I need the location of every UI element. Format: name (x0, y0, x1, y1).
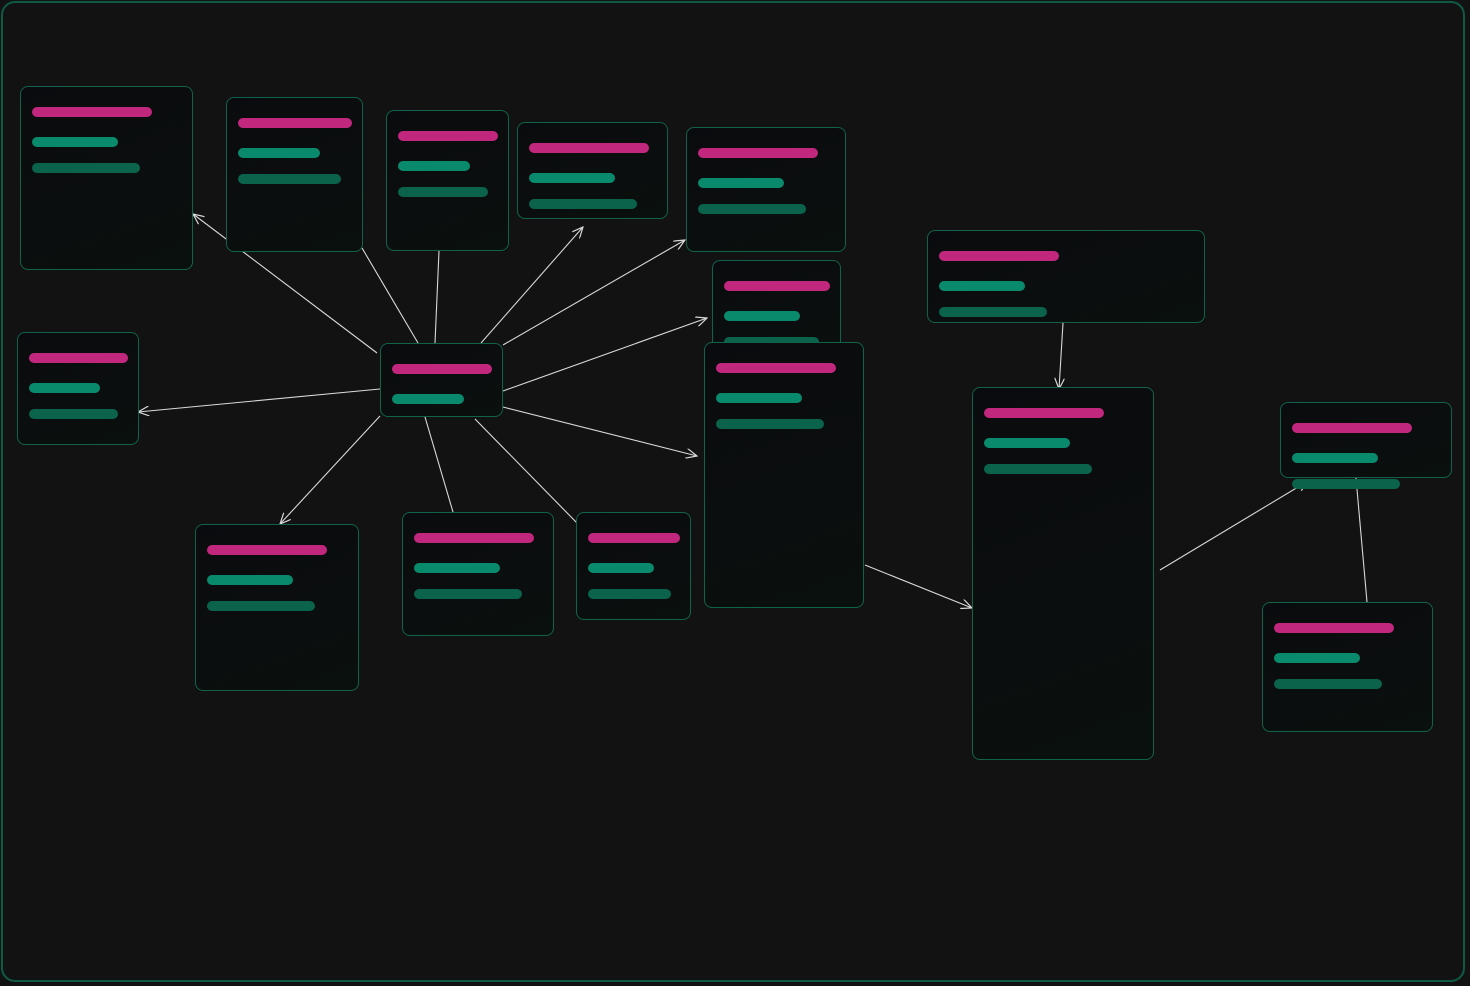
node-line-bar (207, 575, 293, 585)
node-title-bar (984, 408, 1104, 418)
node-line-bar (398, 161, 470, 171)
node-title-bar (1292, 423, 1412, 433)
node-line-bar (588, 563, 654, 573)
node-line-bar-secondary (1274, 679, 1382, 689)
node-title-bar (716, 363, 836, 373)
node-right-2[interactable] (1262, 602, 1433, 732)
node-top-wide[interactable] (927, 230, 1205, 323)
node-line-bar-secondary (588, 589, 671, 599)
diagram-canvas (1, 1, 1465, 982)
node-title-bar (207, 545, 327, 555)
node-bottom-1[interactable] (195, 524, 359, 691)
node-line-bar-secondary (398, 187, 488, 197)
edge-n-tall-2-to-n-right-1 (1159, 481, 1308, 571)
edge-n-center-to-n-top-5 (502, 240, 685, 346)
node-title-bar (398, 131, 498, 141)
node-title-bar (1274, 623, 1394, 633)
node-title-bar (939, 251, 1059, 261)
node-top-5[interactable] (686, 127, 846, 252)
edge-n-center-to-n-top-3 (434, 250, 440, 344)
node-top-1[interactable] (20, 86, 193, 270)
edge-n-top-wide-to-n-tall-2 (1059, 322, 1063, 389)
node-title-bar (32, 107, 152, 117)
node-line-bar-secondary (698, 204, 806, 214)
node-top-4[interactable] (517, 122, 668, 219)
node-line-bar (238, 148, 320, 158)
node-line-bar (529, 173, 615, 183)
node-title-bar (238, 118, 352, 128)
node-line-bar-secondary (984, 464, 1092, 474)
node-line-bar-secondary (716, 419, 824, 429)
node-line-bar (698, 178, 784, 188)
node-line-bar-secondary (238, 174, 341, 184)
node-line-bar-secondary (1292, 479, 1400, 489)
node-tall-2[interactable] (972, 387, 1154, 760)
edge-n-center-to-n-bottom-2 (424, 416, 454, 513)
node-top-2[interactable] (226, 97, 363, 252)
node-line-bar-secondary (939, 307, 1047, 317)
node-title-bar (29, 353, 128, 363)
node-title-bar (588, 533, 680, 543)
node-title-bar (698, 148, 818, 158)
node-title-bar (414, 533, 534, 543)
edge-n-center-to-n-tall-1 (502, 406, 697, 456)
node-line-bar (414, 563, 500, 573)
edge-n-tall-1-to-n-tall-2 (864, 564, 972, 608)
edge-n-center-to-n-top-2 (361, 247, 419, 344)
node-tall-1[interactable] (704, 342, 864, 608)
node-line-bar (1274, 653, 1360, 663)
node-bottom-2[interactable] (402, 512, 554, 636)
edge-n-center-to-n-left (138, 388, 381, 412)
node-center[interactable] (380, 343, 503, 417)
node-line-bar-secondary (32, 163, 140, 173)
node-line-bar-secondary (207, 601, 315, 611)
node-line-bar (724, 311, 800, 321)
node-line-bar-secondary (29, 409, 118, 419)
node-line-bar-secondary (529, 199, 637, 209)
node-line-bar-secondary (414, 589, 522, 599)
node-line-bar (716, 393, 802, 403)
node-mid-small[interactable] (712, 260, 841, 352)
node-line-bar (29, 383, 100, 393)
node-left[interactable] (17, 332, 139, 445)
node-title-bar (724, 281, 830, 291)
node-line-bar (392, 394, 464, 404)
node-title-bar (392, 364, 492, 374)
node-line-bar (984, 438, 1070, 448)
node-right-1[interactable] (1280, 402, 1452, 489)
edge-n-center-to-n-mid-small (502, 318, 707, 392)
node-bottom-3[interactable] (576, 512, 691, 620)
edge-n-center-to-n-bottom-3 (474, 418, 578, 524)
node-top-3[interactable] (386, 110, 509, 251)
edge-n-center-to-n-bottom-1 (280, 415, 381, 524)
node-line-bar (939, 281, 1025, 291)
node-line-bar (32, 137, 118, 147)
node-title-bar (529, 143, 649, 153)
edge-n-right-1-to-n-right-2 (1355, 477, 1368, 603)
node-line-bar (1292, 453, 1378, 463)
